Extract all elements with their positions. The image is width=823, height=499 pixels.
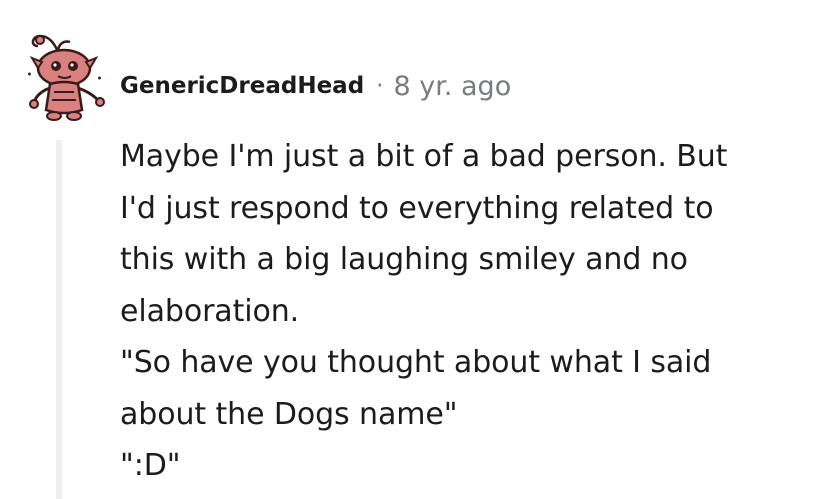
comment-line: about the Dogs name" [120, 396, 458, 432]
snoo-avatar-icon [28, 34, 105, 121]
comment-line: "So have you thought about what I said [120, 345, 712, 380]
comment-timestamp[interactable]: 8 yr. ago [393, 71, 511, 102]
meta-separator: · [376, 73, 384, 99]
comment-line: I'd just respond to everything related t… [120, 190, 714, 226]
thread-collapse-line[interactable] [56, 140, 62, 499]
comment-line: this with a big laughing smiley and no [120, 242, 688, 277]
comment-body: Maybe I'm just a bit of a bad person. Bu… [120, 131, 810, 492]
comment: GenericDreadHead · 8 yr. ago Maybe I'm j… [0, 0, 823, 499]
comment-line: ":D" [120, 448, 181, 483]
user-avatar[interactable] [18, 22, 108, 122]
comment-line: Maybe I'm just a bit of a bad person. Bu… [120, 139, 728, 174]
comment-meta: GenericDreadHead · 8 yr. ago [120, 66, 511, 106]
comment-line: elaboration. [120, 293, 300, 329]
author-username[interactable]: GenericDreadHead [120, 73, 364, 99]
